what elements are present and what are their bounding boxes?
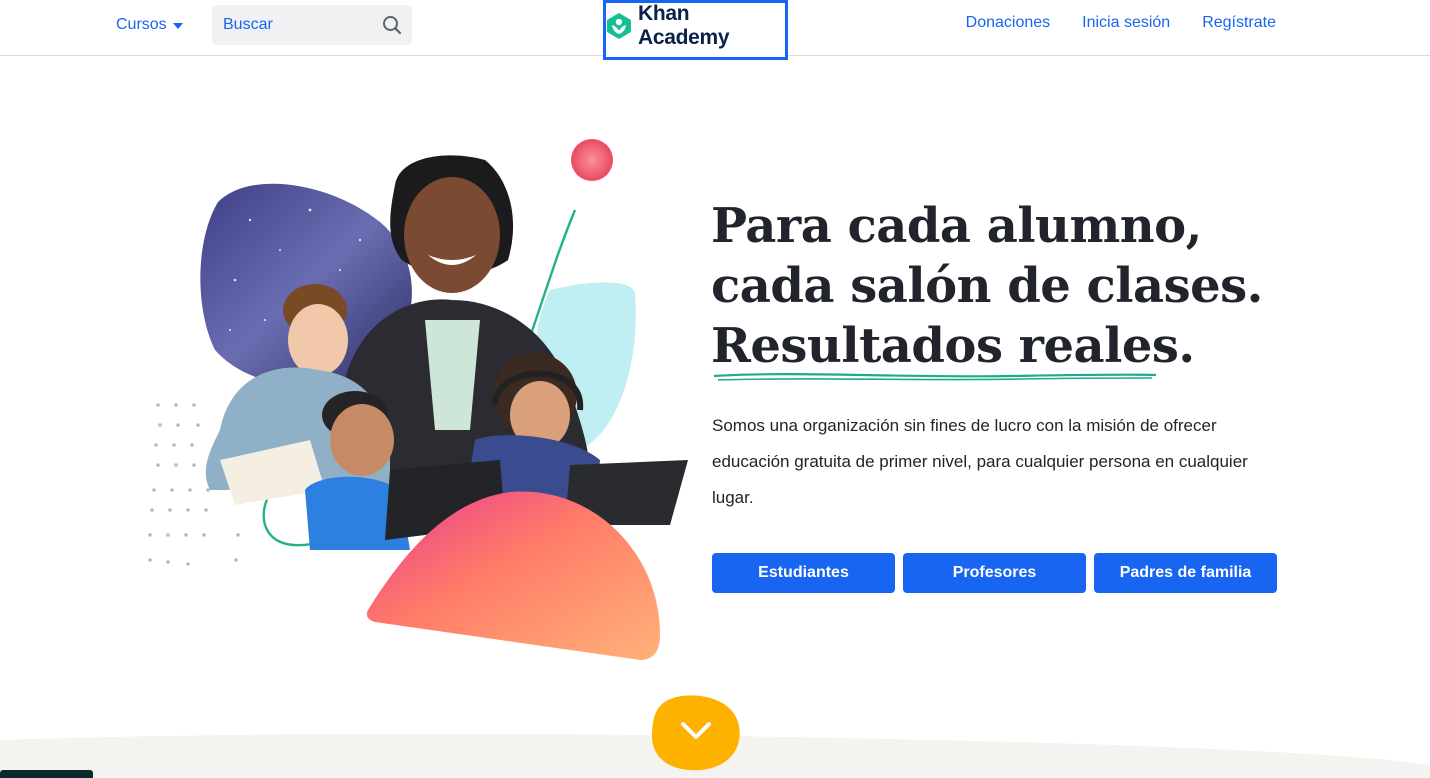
chevron-down-icon[interactable]: [172, 23, 183, 29]
khan-academy-logo-icon: [606, 13, 631, 39]
khan-academy-logo[interactable]: Khan Academy: [603, 0, 788, 60]
headline-line-2: cada salón de clases.: [711, 258, 1263, 314]
signup-link[interactable]: Regístrate: [1202, 14, 1276, 32]
parents-button[interactable]: Padres de familia: [1094, 553, 1277, 593]
search-icon[interactable]: [382, 15, 402, 35]
login-link[interactable]: Inicia sesión: [1082, 14, 1170, 32]
donate-link[interactable]: Donaciones: [966, 14, 1051, 32]
feedback-tab[interactable]: [0, 770, 93, 778]
audience-buttons: Estudiantes Profesores Padres de familia: [712, 553, 1277, 593]
header-nav: Donaciones Inicia sesión Regístrate: [966, 14, 1276, 32]
scroll-down-button[interactable]: [650, 694, 742, 772]
courses-label[interactable]: Cursos: [116, 16, 167, 34]
red-blob: [571, 139, 613, 181]
courses-dropdown[interactable]: Cursos: [116, 14, 183, 36]
hero-description: Somos una organización sin fines de lucr…: [712, 416, 1248, 507]
teachers-button[interactable]: Profesores: [903, 553, 1086, 593]
logo-text: Khan Academy: [637, 2, 730, 49]
hero-headline: Para cada alumno, cada salón de clases. …: [711, 196, 1351, 376]
hero-illustration: [148, 139, 688, 660]
girl-face: [404, 177, 500, 293]
site-header: Cursos Khan Academy Donaciones Inicia se…: [0, 0, 1430, 60]
boy-face: [330, 404, 394, 476]
search-input[interactable]: [212, 5, 362, 45]
search-box: [212, 5, 412, 45]
headline-line-3: Resultados reales.: [711, 318, 1195, 374]
students-button[interactable]: Estudiantes: [712, 553, 895, 593]
headline-line-1: Para cada alumno,: [711, 198, 1202, 254]
headline-underline: [713, 373, 1157, 381]
teen-face: [288, 304, 348, 376]
